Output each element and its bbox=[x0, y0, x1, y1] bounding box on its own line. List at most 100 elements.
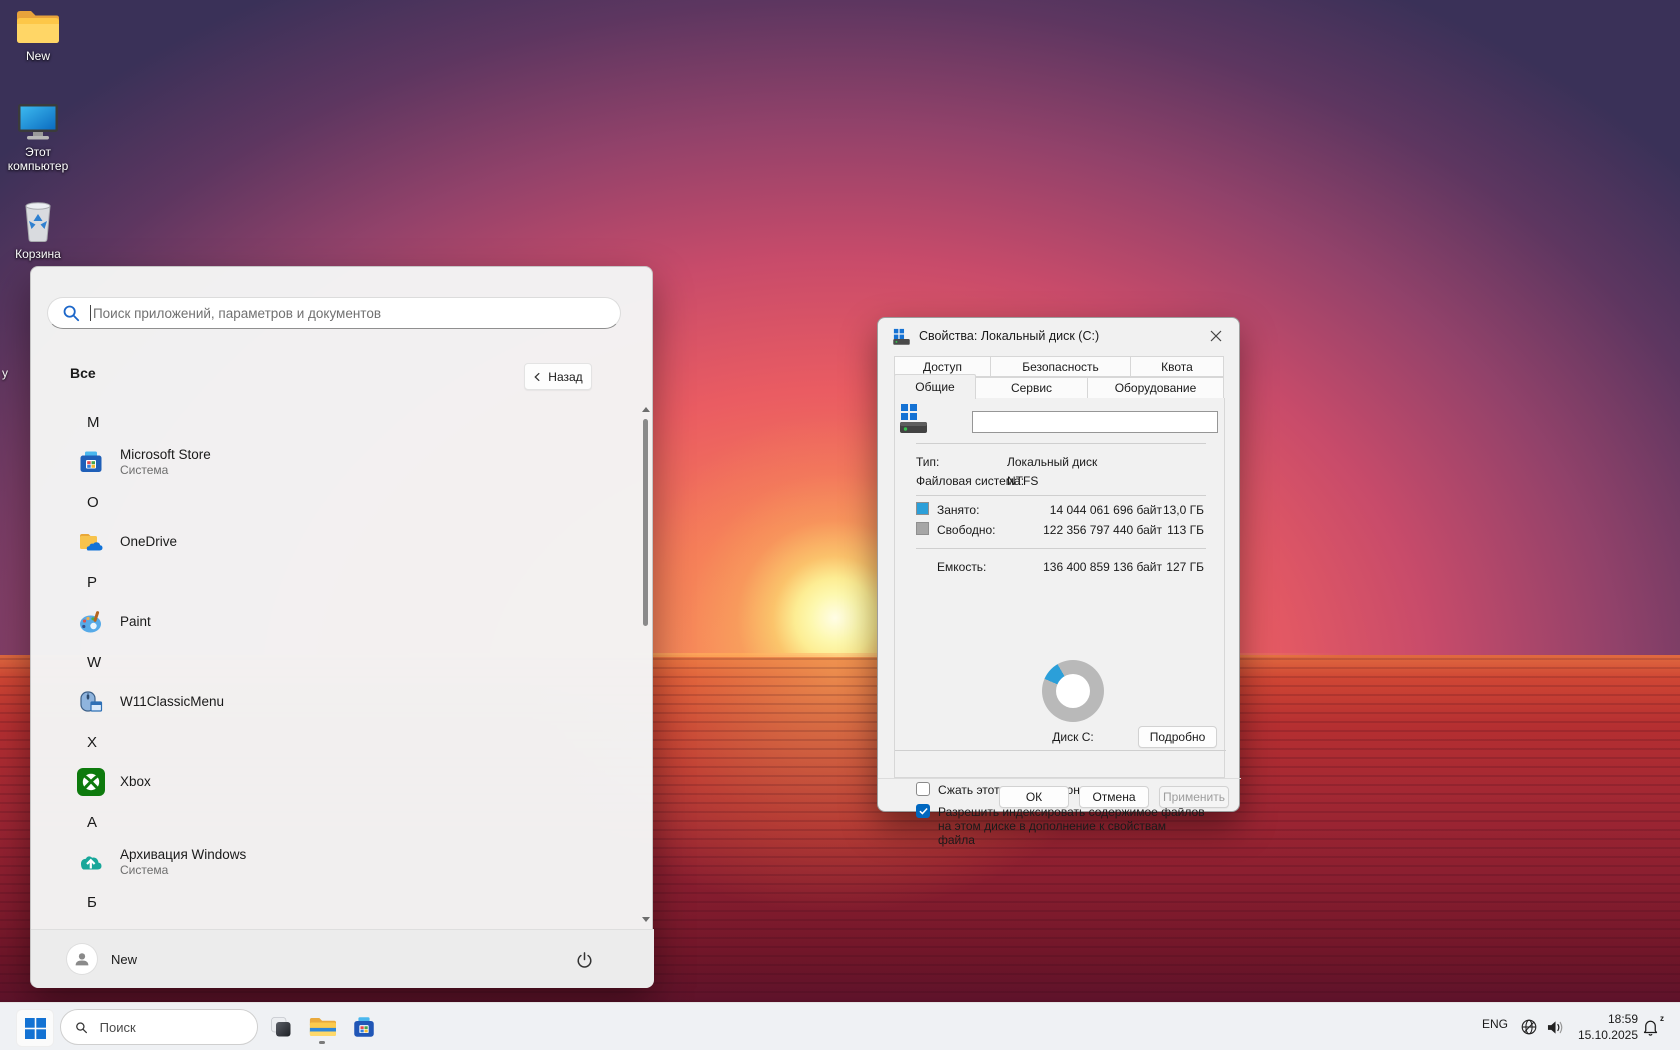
tab-quota[interactable]: Квота bbox=[1130, 356, 1224, 377]
letter-header-x[interactable]: X bbox=[31, 722, 631, 762]
app-label: W11ClassicMenu bbox=[120, 694, 224, 710]
file-explorer-button[interactable] bbox=[304, 1009, 340, 1045]
tray-date: 15.10.2025 bbox=[1572, 1027, 1638, 1043]
desktop-icon-new-folder[interactable]: New bbox=[0, 8, 76, 63]
bell-icon bbox=[1641, 1017, 1660, 1036]
letter-header-b[interactable]: Б bbox=[31, 882, 631, 922]
tab-general[interactable]: Общие bbox=[894, 374, 976, 399]
separator bbox=[916, 443, 1206, 444]
scroll-down-arrow-icon[interactable] bbox=[642, 917, 650, 922]
notifications-button[interactable]: z bbox=[1641, 1017, 1663, 1037]
ok-button[interactable]: ОК bbox=[999, 786, 1069, 808]
file-explorer-icon bbox=[309, 1015, 336, 1039]
letter-header-p[interactable]: P bbox=[31, 562, 631, 602]
apply-button[interactable]: Применить bbox=[1159, 786, 1229, 808]
store-button[interactable] bbox=[346, 1009, 382, 1045]
apps-scrollbar[interactable] bbox=[641, 407, 649, 922]
user-name[interactable]: New bbox=[111, 952, 137, 967]
free-size: 113 ГБ bbox=[1149, 523, 1204, 537]
desktop-icon-label: Этот компьютер bbox=[0, 145, 76, 173]
free-label: Свободно: bbox=[937, 523, 996, 537]
app-label: OneDrive bbox=[120, 534, 177, 550]
scrollbar-thumb[interactable] bbox=[643, 419, 648, 626]
text-caret bbox=[90, 305, 91, 321]
app-item-onedrive[interactable]: OneDrive bbox=[31, 522, 631, 562]
dialog-titlebar[interactable]: Свойства: Локальный диск (C:) bbox=[878, 318, 1239, 354]
separator bbox=[916, 495, 1206, 496]
back-button-label: Назад bbox=[548, 370, 582, 384]
taskbar-search-input[interactable] bbox=[98, 1019, 243, 1036]
indexing-checkbox[interactable] bbox=[916, 804, 930, 818]
disk-name-label: Диск C: bbox=[1015, 730, 1131, 744]
user-avatar[interactable] bbox=[67, 944, 97, 974]
power-button[interactable] bbox=[571, 947, 597, 973]
tray-time: 18:59 bbox=[1572, 1011, 1638, 1027]
taskbar-search-box[interactable] bbox=[60, 1009, 258, 1045]
filesystem-value: NTFS bbox=[1007, 474, 1038, 488]
paint-icon bbox=[77, 608, 105, 636]
volume-button[interactable] bbox=[1546, 1019, 1566, 1041]
app-item-microsoft-store[interactable]: Microsoft Store Система bbox=[31, 442, 631, 482]
desktop-icon-recycle-bin[interactable]: Корзина bbox=[0, 198, 76, 261]
letter-header-a[interactable]: A bbox=[31, 802, 631, 842]
capacity-size: 127 ГБ bbox=[1149, 560, 1204, 574]
tab-hardware[interactable]: Оборудование bbox=[1087, 377, 1224, 399]
task-view-icon bbox=[270, 1016, 292, 1038]
details-button[interactable]: Подробно bbox=[1138, 726, 1217, 748]
clock[interactable]: 18:59 15.10.2025 bbox=[1572, 1011, 1638, 1043]
app-label: Paint bbox=[120, 614, 151, 630]
desktop-icon-partial-label: у bbox=[2, 366, 8, 380]
letter-header-m[interactable]: M bbox=[31, 402, 631, 442]
capacity-label: Емкость: bbox=[937, 560, 986, 574]
app-label: Архивация Windows bbox=[120, 847, 246, 863]
back-button[interactable]: Назад bbox=[524, 363, 592, 390]
app-item-paint[interactable]: Paint bbox=[31, 602, 631, 642]
bell-z-badge: z bbox=[1660, 1014, 1664, 1023]
start-search-input[interactable] bbox=[93, 306, 608, 321]
monitor-icon bbox=[15, 102, 61, 142]
search-icon bbox=[62, 304, 80, 322]
start-search-box[interactable] bbox=[47, 297, 621, 329]
scroll-up-arrow-icon[interactable] bbox=[642, 407, 650, 412]
network-button[interactable] bbox=[1520, 1018, 1538, 1041]
app-item-windows-backup[interactable]: Архивация Windows Система bbox=[31, 842, 631, 882]
drive-small-icon bbox=[892, 327, 911, 346]
power-icon bbox=[575, 951, 594, 970]
volume-label-input[interactable] bbox=[972, 411, 1218, 433]
indexing-checkbox-label: Разрешить индексировать содержимое файло… bbox=[938, 805, 1206, 847]
general-tab-pane: Тип: Локальный диск Файловая система: NT… bbox=[894, 398, 1225, 778]
onedrive-icon bbox=[77, 528, 105, 556]
disk-usage-donut bbox=[1042, 660, 1104, 722]
apps-list: M Microsoft Store Система bbox=[31, 402, 631, 922]
language-indicator[interactable]: ENG bbox=[1478, 1017, 1512, 1031]
chevron-left-icon bbox=[533, 372, 542, 382]
footer-separator bbox=[878, 778, 1241, 779]
xbox-icon bbox=[77, 768, 105, 796]
app-subtitle: Система bbox=[120, 863, 246, 877]
separator bbox=[895, 750, 1226, 751]
checkmark-icon bbox=[919, 807, 928, 815]
dialog-title: Свойства: Локальный диск (C:) bbox=[919, 329, 1099, 343]
task-view-button[interactable] bbox=[263, 1009, 299, 1045]
cancel-button[interactable]: Отмена bbox=[1079, 786, 1149, 808]
letter-header-o[interactable]: O bbox=[31, 482, 631, 522]
app-item-w11classicmenu[interactable]: W11ClassicMenu bbox=[31, 682, 631, 722]
close-button[interactable] bbox=[1199, 323, 1233, 349]
used-label: Занято: bbox=[937, 503, 979, 517]
tab-tools[interactable]: Сервис bbox=[975, 377, 1088, 399]
desktop-icon-label: Корзина bbox=[0, 247, 76, 261]
globe-no-internet-icon bbox=[1520, 1018, 1538, 1036]
free-space-swatch bbox=[916, 522, 929, 535]
letter-header-w[interactable]: W bbox=[31, 642, 631, 682]
app-subtitle: Система bbox=[120, 463, 211, 477]
app-item-xbox[interactable]: Xbox bbox=[31, 762, 631, 802]
type-label: Тип: bbox=[916, 455, 939, 469]
compress-checkbox[interactable] bbox=[916, 782, 930, 796]
microsoft-store-icon bbox=[77, 448, 105, 476]
tab-security[interactable]: Безопасность bbox=[990, 356, 1131, 377]
free-bytes: 122 356 797 440 байт bbox=[1043, 523, 1162, 537]
tab-row-front: Общие Сервис Оборудование bbox=[894, 377, 1225, 399]
used-bytes: 14 044 061 696 байт bbox=[1050, 503, 1162, 517]
desktop-icon-this-pc[interactable]: Этот компьютер bbox=[0, 102, 76, 173]
start-button[interactable] bbox=[16, 1009, 54, 1047]
